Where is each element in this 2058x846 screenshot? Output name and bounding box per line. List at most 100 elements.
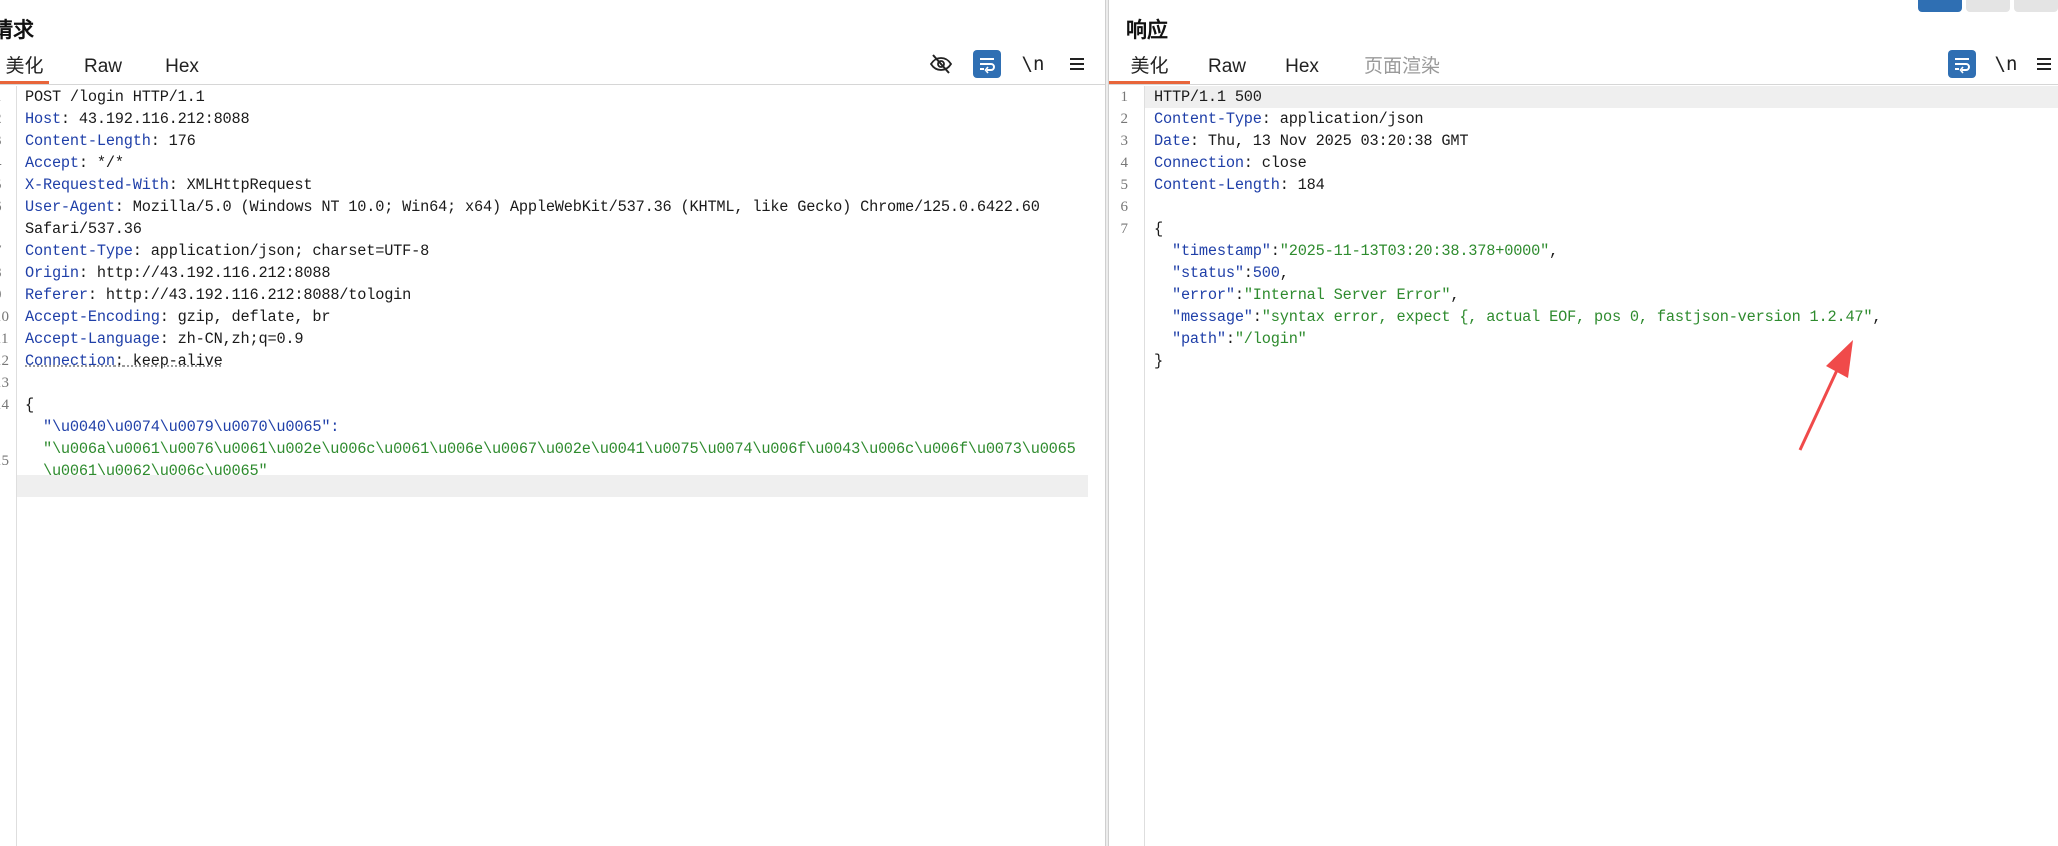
header-name: X-Requested-With [25,176,169,194]
line-number: 3 [1120,133,1129,149]
layout-horizontal-button[interactable] [1966,0,2010,12]
response-tab-raw[interactable]: Raw [1202,52,1252,84]
json-string: \u0061\u0062\u006c\u0065" [25,462,268,480]
response-line: } [1154,350,1163,372]
json-string: "Internal Server Error" [1243,286,1451,304]
header-name: Content-Type [1154,110,1262,128]
header-value: Safari/537.36 [25,220,142,238]
json-string: "\u006a\u0061\u0076\u0061\u002e\u006c\u0… [25,440,1076,458]
line-number: 5 [0,177,2,194]
wrap-lines-icon[interactable] [973,50,1001,78]
line-number: 13 [0,375,9,391]
header-value: http://43.192.116.212:8088 [87,264,331,282]
response-tab-pretty[interactable]: 美化 [1109,52,1190,84]
line-number: 1 [0,89,2,106]
json-brace: { [1154,220,1163,238]
request-title: 请求 [0,19,34,42]
request-line-wrap: Safari/537.36 [25,218,142,240]
line-number: 12 [0,353,9,369]
header-value: application/json; charset=UTF-8 [141,242,430,260]
request-editor[interactable]: 1 2 3 4 5 6 7 8 9 10 11 12 13 14 15 POST… [0,86,1105,846]
response-line: "message":"syntax error, expect {, actua… [1154,308,1882,326]
header-value: application/json [1270,110,1424,128]
header-name: Accept-Encoding [25,308,160,326]
line-number: 10 [0,309,9,325]
response-status-line: HTTP/1.1 500 [1154,86,1262,108]
request-line: Content-Type: application/json; charset=… [25,242,430,260]
request-line-wrap: \u0061\u0062\u006c\u0065" [25,460,268,482]
line-number: 4 [0,155,2,172]
response-line: Content-Length: 184 [1154,176,1325,194]
header-name: Date [1154,132,1190,150]
request-tab-divider [0,84,1105,85]
request-line: "\u0040\u0074\u0079\u0070\u0065": [25,416,340,438]
header-name: Accept-Language [25,330,160,348]
request-tab-hex[interactable]: Hex [157,52,207,84]
show-newlines-icon[interactable]: \n [1992,50,2020,78]
response-line: Connection: close [1154,154,1307,172]
response-title: 响应 [1126,19,1168,42]
request-line: Accept-Language: zh-CN,zh;q=0.9 [25,330,304,348]
header-name: User-Agent [25,198,115,216]
request-line: Accept: */* [25,154,124,172]
header-value: zh-CN,zh;q=0.9 [168,330,304,348]
json-string: "/login" [1234,330,1307,348]
request-tab-raw[interactable]: Raw [78,52,128,84]
header-name: Accept [25,154,79,172]
response-line: "path":"/login" [1154,330,1307,348]
json-key: "\u0040\u0074\u0079\u0070\u0065": [25,418,340,436]
header-value: XMLHttpRequest [177,176,313,194]
request-line: { [25,394,34,416]
json-string: "2025-11-13T03:20:38.378+0000" [1279,242,1550,260]
layout-tabs-button[interactable] [2014,0,2058,12]
request-pane: 请求 美化 Raw Hex \n 1 2 3 4 5 6 7 8 9 10 [0,0,1105,846]
response-tab-render[interactable]: 页面渲染 [1359,52,1445,84]
header-name: Connection [25,352,115,370]
line-number: 7 [0,243,2,260]
json-key: "error" [1154,286,1235,304]
response-tab-hex[interactable]: Hex [1277,52,1327,84]
request-line: Host: 43.192.116.212:8088 [25,110,250,128]
json-key: "timestamp" [1154,242,1271,260]
line-number: 11 [0,331,9,347]
request-tab-pretty[interactable]: 美化 [0,52,49,84]
response-pane: 响应 美化 Raw Hex 页面渲染 \n 1 2 3 4 5 6 7 HTTP… [1109,0,2058,846]
request-line: Content-Length: 176 [25,132,196,150]
response-editor[interactable]: 1 2 3 4 5 6 7 HTTP/1.1 500 Content-Type:… [1109,86,2058,846]
json-number: 500 [1252,264,1280,282]
header-value: keep-alive [123,352,223,370]
response-line: Date: Thu, 13 Nov 2025 03:20:38 GMT [1154,132,1469,150]
line-number: 1 [1120,89,1129,105]
line-number: 14 [0,397,9,413]
response-line: "timestamp":"2025-11-13T03:20:38.378+000… [1154,242,1559,260]
status-line-text: HTTP/1.1 500 [1154,88,1262,106]
header-name: Content-Length [25,132,151,150]
menu-icon[interactable] [1063,50,1091,78]
request-line: Connection: keep-alive [25,352,223,370]
header-name: Content-Length [1154,176,1280,194]
response-toolbar: \n [1948,50,2058,80]
menu-icon[interactable] [2030,50,2058,78]
layout-split-button[interactable] [1918,0,1962,12]
hide-eye-icon[interactable] [927,50,955,78]
show-newlines-icon[interactable]: \n [1019,50,1047,78]
line-number: 7 [1120,221,1129,237]
response-tab-divider [1109,84,2058,85]
json-string: "syntax error, expect {, actual EOF, pos… [1261,308,1873,326]
response-line: "error":"Internal Server Error", [1154,286,1460,304]
line-number: 2 [0,111,2,128]
json-key: "message" [1154,308,1253,326]
header-value: 43.192.116.212:8088 [69,110,250,128]
response-gutter: 1 2 3 4 5 6 7 [1109,86,1145,846]
wrap-lines-icon[interactable] [1948,50,1976,78]
header-value: Thu, 13 Nov 2025 03:20:38 GMT [1198,132,1469,150]
json-key: "status" [1154,264,1244,282]
header-name: Referer [25,286,88,304]
header-name: Host [25,110,61,128]
line-number: 8 [0,265,2,282]
newline-label: \n [1994,53,2018,75]
header-name: Origin [25,264,79,282]
header-name: Connection [1154,154,1244,172]
header-value: */* [87,154,124,172]
request-line: POST /login HTTP/1.1 [25,86,205,108]
